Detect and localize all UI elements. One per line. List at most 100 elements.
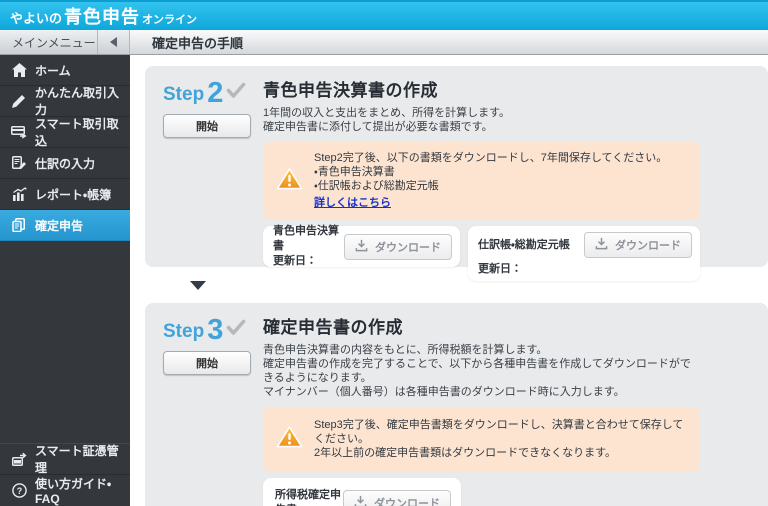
step3-panel: Step 3 開始 確定申告書の作成 青色申告決算書の内容をもとに、所得税額を計…	[145, 303, 768, 506]
step2-start-button[interactable]: 開始	[163, 114, 251, 138]
top-brand-bar: やよいの 青色申告 オンライン	[0, 0, 768, 30]
step3-label: Step 3	[163, 315, 263, 345]
download-icon	[595, 237, 608, 253]
warning-icon	[276, 167, 303, 196]
download-button-label: ダウンロード	[374, 498, 440, 506]
updated-date-label: 更新日：	[478, 263, 522, 275]
sidebar-nav: ホーム かんたん取引入力 スマート取引取込 仕訳の入力 レポート・帳簿 確定申告	[0, 55, 130, 241]
details-link[interactable]: 詳しくはこちら	[314, 197, 391, 209]
sidebar-item-label: かんたん取引入力	[35, 86, 120, 117]
step-word: Step	[163, 321, 205, 342]
download-button-label: ダウンロード	[375, 241, 441, 254]
tax-return-icon	[11, 218, 27, 233]
card-title: 所得税確定申告書	[275, 489, 341, 506]
step2-step-column: Step 2 開始	[163, 74, 263, 267]
sidebar-item-help-faq[interactable]: ? 使い方ガイド・FAQ	[0, 475, 130, 506]
sidebar-item-easy-entry[interactable]: かんたん取引入力	[0, 86, 130, 117]
description-line: 青色申告決算書の内容をもとに、所得税額を計算します。	[263, 344, 548, 356]
sidebar-item-smart-import[interactable]: スマート取引取込	[0, 117, 130, 148]
arrow-down-icon	[190, 280, 206, 290]
warning-icon	[276, 425, 303, 454]
download-button-ledgers[interactable]: ダウンロード	[584, 232, 692, 258]
step3-description: 青色申告決算書の内容をもとに、所得税額を計算します。 確定申告書の作成を完了する…	[263, 343, 700, 399]
download-row-income-tax: 所得税確定申告書 ダウンロード	[275, 488, 451, 506]
card-row: 仕訳帳・総勘定元帳 ダウンロード	[478, 232, 692, 258]
sidebar-item-label: ホーム	[35, 63, 71, 78]
main-content: Step 2 開始 青色申告決算書の作成 1年間の収入と支出をまとめ、所得を計算…	[130, 55, 768, 506]
download-button-label: ダウンロード	[615, 240, 681, 252]
sidebar-item-evidence-mgmt[interactable]: スマート証憑管理	[0, 443, 130, 475]
sidebar-item-label: 使い方ガイド・FAQ	[35, 477, 112, 506]
step-word: Step	[163, 84, 205, 105]
card-title: 青色申告決算書	[273, 225, 339, 252]
step2-download-cards: 青色申告決算書 更新日： ダウンロード 仕訳帳・総勘定元帳 ダウンロード 更新日…	[263, 224, 700, 281]
breadcrumb: 確定申告の手順	[130, 30, 243, 54]
sidebar-item-tax-return[interactable]: 確定申告	[0, 210, 130, 241]
sidebar: ホーム かんたん取引入力 スマート取引取込 仕訳の入力 レポート・帳簿 確定申告…	[0, 55, 130, 506]
step2-description: 1年間の収入と支出をまとめ、所得を計算します。 確定申告書に添付して提出が必要な…	[263, 106, 700, 134]
evidence-icon	[11, 452, 27, 467]
step-number: 3	[207, 314, 224, 346]
description-line: 確定申告書の作成を完了することで、以下から各種申告書を作成してダウンロードができ…	[263, 358, 691, 384]
step3-download-cards: 所得税確定申告書 ダウンロード 消費税確定申告書	[263, 478, 700, 506]
brand-main: 青色申告	[64, 7, 141, 27]
notice-line: 2年以上前の確定申告書類はダウンロードできなくなります。	[314, 447, 617, 459]
step3-main: 確定申告書の作成 青色申告決算書の内容をもとに、所得税額を計算します。 確定申告…	[263, 311, 700, 506]
card-title: 仕訳帳・総勘定元帳	[478, 238, 570, 251]
sidebar-item-home[interactable]: ホーム	[0, 55, 130, 86]
step2-panel: Step 2 開始 青色申告決算書の作成 1年間の収入と支出をまとめ、所得を計算…	[145, 66, 768, 281]
chevron-left-icon	[110, 37, 117, 47]
step2-notice: Step2完了後、以下の書類をダウンロードし、7年間保存してください。 ・青色申…	[263, 142, 700, 219]
sidebar-item-reports[interactable]: レポート・帳簿	[0, 179, 130, 210]
step3-step-column: Step 3 開始	[163, 311, 263, 506]
download-button-income-tax[interactable]: ダウンロード	[343, 490, 451, 506]
description-line: 1年間の収入と支出をまとめ、所得を計算します。	[263, 107, 511, 119]
help-icon: ?	[11, 483, 27, 498]
import-icon	[11, 125, 27, 140]
sidebar-item-journal-entry[interactable]: 仕訳の入力	[0, 148, 130, 179]
step3-start-button[interactable]: 開始	[163, 351, 251, 375]
app-window: やよいの 青色申告 オンライン メインメニュー 確定申告の手順 ホーム かんたん…	[0, 0, 768, 506]
notice-line: Step3完了後、確定申告書類をダウンロードし、決算書と合わせて保存してください…	[314, 419, 684, 445]
home-icon	[11, 63, 27, 78]
main-menu-label: メインメニュー	[12, 35, 96, 50]
page-title: 確定申告の手順	[152, 35, 244, 51]
card-text: 青色申告決算書 更新日：	[273, 224, 344, 269]
step3-notice: Step3完了後、確定申告書類をダウンロードし、決算書と合わせて保存してください…	[263, 407, 700, 471]
download-icon	[355, 239, 368, 255]
notice-line: ・青色申告決算書	[314, 166, 395, 178]
download-card-tax-returns: 所得税確定申告書 ダウンロード 消費税確定申告書	[263, 478, 461, 506]
sidebar-collapse-button[interactable]	[98, 30, 130, 54]
updated-date-label: 更新日：	[273, 255, 317, 267]
download-card-ledgers: 仕訳帳・総勘定元帳 ダウンロード 更新日：	[468, 226, 700, 281]
description-line: マイナンバー（個人番号）は各種申告書のダウンロード時に入力します。	[263, 386, 625, 398]
brand-suffix: オンライン	[142, 14, 198, 26]
step-number: 2	[207, 77, 224, 109]
svg-text:?: ?	[16, 486, 22, 496]
step2-notice-text: Step2完了後、以下の書類をダウンロードし、7年間保存してください。 ・青色申…	[314, 151, 667, 211]
sidebar-item-label: スマート取引取込	[35, 117, 119, 148]
journal-icon	[11, 156, 27, 171]
sidebar-item-label: 仕訳の入力	[35, 156, 96, 171]
sidebar-item-label: 確定申告	[35, 218, 84, 233]
step2-main: 青色申告決算書の作成 1年間の収入と支出をまとめ、所得を計算します。 確定申告書…	[263, 74, 700, 281]
sub-header-bar: メインメニュー 確定申告の手順	[0, 30, 768, 55]
sidebar-item-label: レポート・帳簿	[35, 187, 112, 202]
pencil-icon	[11, 94, 27, 109]
download-card-financial-statement: 青色申告決算書 更新日： ダウンロード	[263, 224, 460, 269]
download-icon	[354, 495, 367, 506]
main-menu-header: メインメニュー	[0, 30, 98, 54]
step2-label: Step 2	[163, 78, 263, 108]
check-icon	[226, 319, 246, 341]
download-button-financial-statement[interactable]: ダウンロード	[344, 233, 452, 260]
report-icon	[11, 187, 27, 202]
sidebar-item-label: スマート証憑管理	[35, 444, 119, 475]
notice-line: Step2完了後、以下の書類をダウンロードし、7年間保存してください。	[314, 152, 668, 164]
brand-prefix: やよいの	[10, 11, 63, 26]
sidebar-bottom-nav: スマート証憑管理 ? 使い方ガイド・FAQ	[0, 443, 130, 506]
app-logo: やよいの 青色申告 オンライン	[10, 3, 197, 29]
check-icon	[226, 82, 246, 104]
description-line: 確定申告書に添付して提出が必要な書類です。	[263, 121, 493, 133]
notice-line: ・仕訳帳および総勘定元帳	[314, 180, 439, 192]
step2-title: 青色申告決算書の作成	[263, 81, 438, 100]
